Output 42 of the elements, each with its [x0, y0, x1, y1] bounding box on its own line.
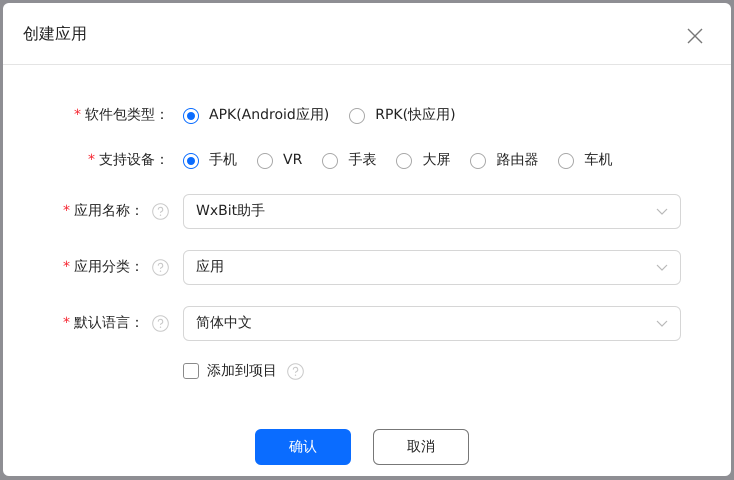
- select-field[interactable]: WxBit助手: [183, 194, 681, 228]
- close-icon[interactable]: [687, 28, 703, 44]
- field-label: 应用名称：: [74, 202, 144, 220]
- field-label: 默认语言：: [74, 314, 144, 332]
- select-field[interactable]: 应用: [183, 250, 681, 284]
- radio-button[interactable]: [183, 108, 199, 124]
- required-mark: *: [74, 106, 81, 125]
- chevron-down-icon: [656, 264, 668, 270]
- chevron-down-icon: [656, 320, 668, 326]
- radio-label[interactable]: APK(Android应用): [209, 105, 330, 126]
- chevron-down-icon: [656, 208, 668, 214]
- radio-button[interactable]: [257, 152, 273, 168]
- checkbox-label[interactable]: 添加到项目: [207, 360, 277, 382]
- radio-button[interactable]: [396, 152, 412, 168]
- help-icon[interactable]: [152, 202, 169, 220]
- radio-label[interactable]: 车机: [584, 150, 612, 171]
- confirm-button[interactable]: 确认: [255, 429, 351, 465]
- radio-button[interactable]: [183, 152, 199, 168]
- radio-label[interactable]: 大屏: [422, 150, 450, 171]
- select-field[interactable]: 简体中文: [183, 306, 681, 340]
- radio-button[interactable]: [349, 108, 366, 124]
- radio-label[interactable]: 手表: [348, 150, 376, 171]
- field-label: 支持设备：: [99, 151, 169, 170]
- required-mark: *: [88, 151, 95, 170]
- field-label: 软件包类型：: [85, 106, 169, 125]
- checkbox[interactable]: [183, 363, 199, 379]
- radio-button[interactable]: [558, 152, 574, 168]
- radio-label[interactable]: VR: [283, 150, 302, 171]
- radio-button[interactable]: [470, 152, 486, 168]
- radio-label[interactable]: 手机: [209, 150, 237, 171]
- help-icon[interactable]: [152, 314, 169, 332]
- dialog-title: 创建应用: [23, 22, 87, 44]
- required-mark: *: [63, 202, 70, 220]
- radio-label[interactable]: RPK(快应用): [375, 105, 456, 126]
- help-icon[interactable]: [287, 362, 304, 380]
- required-mark: *: [63, 314, 70, 332]
- radio-button[interactable]: [322, 152, 338, 168]
- required-mark: *: [63, 258, 70, 276]
- help-icon[interactable]: [152, 258, 169, 276]
- field-label: 应用分类：: [74, 258, 144, 276]
- radio-label[interactable]: 路由器: [496, 150, 538, 171]
- cancel-button[interactable]: 取消: [373, 429, 469, 465]
